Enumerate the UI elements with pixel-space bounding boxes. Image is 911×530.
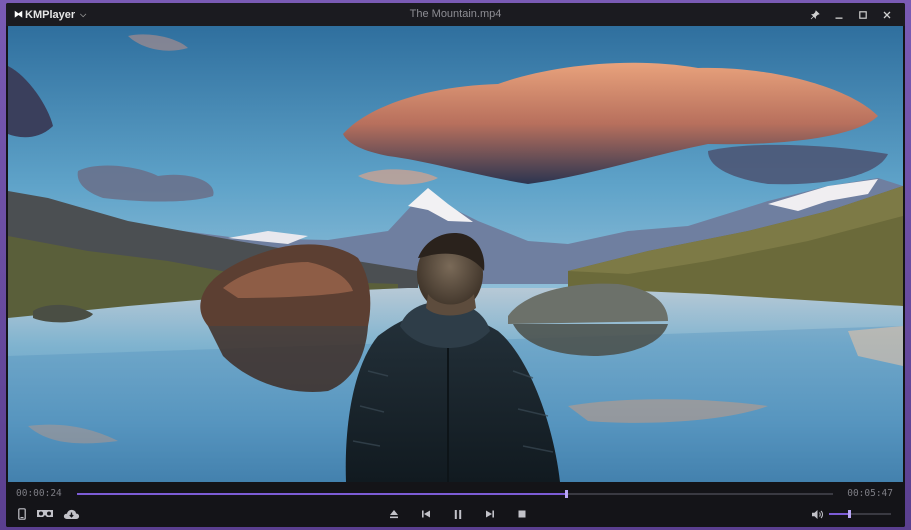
player-window: ⧓ KMPlayer ⌵ The Mountain.mp4 00:00:24 0… [6, 3, 905, 527]
next-icon [486, 510, 494, 518]
next-button[interactable] [482, 504, 498, 524]
seek-handle[interactable] [565, 490, 569, 498]
cloud-download-icon [63, 509, 79, 519]
volume-icon [811, 509, 823, 519]
chevron-down-icon: ⌵ [80, 9, 87, 19]
video-frame[interactable] [8, 26, 903, 482]
minimize-button[interactable] [827, 3, 851, 26]
previous-button[interactable] [418, 504, 434, 524]
volume-slider[interactable] [829, 510, 891, 518]
volume-button[interactable] [809, 504, 825, 524]
eject-button[interactable] [386, 504, 402, 524]
control-bar: 00:00:24 00:05:47 [6, 482, 905, 527]
pin-icon [810, 9, 820, 19]
timeline: 00:00:24 00:05:47 [6, 486, 905, 502]
pause-button[interactable] [450, 504, 466, 524]
stop-button[interactable] [514, 504, 530, 524]
cloud-download-button[interactable] [61, 504, 81, 524]
window-title: The Mountain.mp4 [409, 8, 502, 20]
seek-progress [77, 493, 567, 495]
app-menu-button[interactable]: ⧓ KMPlayer ⌵ [14, 3, 86, 26]
title-bar[interactable]: ⧓ KMPlayer ⌵ The Mountain.mp4 [6, 3, 905, 26]
maximize-button[interactable] [851, 3, 875, 26]
eject-icon [390, 510, 398, 519]
pin-button[interactable] [803, 3, 827, 26]
mobile-button[interactable] [14, 504, 30, 524]
vr-glasses-icon [37, 510, 53, 517]
current-time: 00:00:24 [16, 488, 62, 499]
window-controls [803, 3, 899, 26]
control-buttons [6, 504, 905, 524]
seek-bar[interactable] [77, 490, 833, 498]
volume-level [829, 513, 850, 515]
kmplayer-logo-icon: ⧓ [14, 9, 23, 19]
vr-button[interactable] [35, 504, 55, 524]
minimize-icon [835, 17, 843, 19]
maximize-icon [859, 10, 867, 19]
volume-handle[interactable] [848, 510, 852, 518]
close-icon [883, 11, 891, 18]
previous-icon [422, 510, 430, 518]
app-name: KMPlayer [25, 8, 76, 21]
mobile-icon [18, 508, 26, 520]
pause-icon [454, 509, 462, 519]
stop-icon [518, 510, 526, 518]
close-button[interactable] [875, 3, 899, 26]
total-time: 00:05:47 [847, 488, 893, 499]
video-scene [8, 26, 903, 482]
